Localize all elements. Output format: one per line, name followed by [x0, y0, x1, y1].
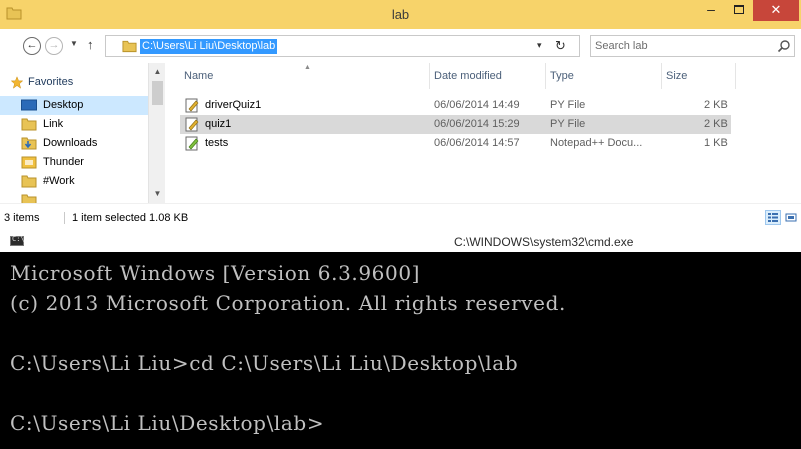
- large-icons-view-button[interactable]: [783, 210, 799, 225]
- search-icon[interactable]: [777, 39, 791, 53]
- console-output[interactable]: Microsoft Windows [Version 6.3.9600] (c)…: [10, 258, 795, 438]
- explorer-window: lab – ✕ ← → ▼ ↑ C:\Users\Li Liu\Desktop\…: [0, 0, 801, 230]
- column-header-name[interactable]: Name ▲: [180, 63, 430, 89]
- nav-item-thunder[interactable]: Thunder: [0, 153, 148, 172]
- nav-item-desktop[interactable]: Desktop: [0, 96, 148, 115]
- notepad-file-icon: [185, 136, 199, 151]
- nav-item-downloads[interactable]: Downloads: [0, 134, 148, 153]
- navigation-pane: Favorites Desktop Link Downloads Thunder…: [0, 63, 166, 203]
- nav-item-label: #Work: [43, 175, 75, 187]
- column-header-type[interactable]: Type: [546, 63, 662, 89]
- desktop-icon: [21, 99, 37, 111]
- column-header-size[interactable]: Size: [662, 63, 736, 89]
- nav-item-label: Thunder: [43, 156, 84, 168]
- file-name: driverQuiz1: [205, 99, 262, 111]
- py-file-icon: [185, 117, 199, 132]
- forward-button[interactable]: →: [45, 37, 63, 55]
- window-title: lab: [391, 7, 410, 22]
- title-bar[interactable]: lab – ✕: [0, 0, 801, 29]
- console-line: Microsoft Windows [Version 6.3.9600]: [10, 261, 421, 285]
- star-icon: [10, 76, 24, 89]
- cmd-icon: C:\: [10, 235, 25, 246]
- nav-favorites[interactable]: Favorites: [0, 73, 148, 92]
- file-date: 06/06/2014 14:49: [434, 99, 520, 111]
- thunder-icon: [21, 156, 37, 169]
- scroll-up-icon[interactable]: ▲: [149, 65, 166, 79]
- status-selection: 1 item selected 1.08 KB: [72, 212, 189, 224]
- column-header-label: Name: [184, 70, 214, 82]
- nav-item-work[interactable]: #Work: [0, 172, 148, 191]
- details-view-button[interactable]: [765, 210, 781, 225]
- file-type: PY File: [550, 99, 586, 111]
- nav-item-label: Downloads: [43, 137, 98, 149]
- maximize-icon: [734, 5, 744, 14]
- downloads-folder-icon: [21, 137, 37, 150]
- file-row-driverquiz1[interactable]: driverQuiz1 06/06/2014 14:49 PY File 2 K…: [180, 96, 731, 115]
- file-name: tests: [205, 137, 229, 149]
- search-box[interactable]: [590, 35, 795, 57]
- file-type: Notepad++ Docu...: [550, 137, 643, 149]
- file-size: 2 KB: [704, 99, 728, 111]
- sort-ascending-icon: ▲: [304, 64, 311, 71]
- up-button[interactable]: ↑: [87, 37, 94, 52]
- details-view-icon: [768, 213, 778, 222]
- scroll-down-icon[interactable]: ▼: [149, 187, 166, 201]
- status-bar: 3 items 1 item selected 1.08 KB: [0, 203, 801, 230]
- close-button[interactable]: ✕: [753, 0, 799, 21]
- file-date: 06/06/2014 15:29: [434, 118, 520, 130]
- column-header-date[interactable]: Date modified: [430, 63, 546, 89]
- address-row: ← → ▼ ↑ C:\Users\Li Liu\Desktop\lab ▾ ↻: [0, 29, 801, 63]
- nav-item-label: Link: [43, 118, 64, 130]
- file-size: 2 KB: [704, 118, 728, 130]
- large-icons-view-icon: [785, 213, 797, 222]
- status-divider: [64, 212, 65, 224]
- nav-item-link[interactable]: Link: [0, 115, 148, 134]
- scroll-thumb[interactable]: [152, 81, 163, 105]
- folder-icon: [21, 118, 37, 131]
- py-file-icon: [185, 98, 199, 113]
- file-size: 1 KB: [704, 137, 728, 149]
- file-type: PY File: [550, 118, 586, 130]
- status-item-count: 3 items: [4, 212, 40, 224]
- address-bar[interactable]: C:\Users\Li Liu\Desktop\lab ▾ ↻: [105, 35, 580, 57]
- cmd-title-bar[interactable]: C:\ C:\WINDOWS\system32\cmd.exe: [0, 230, 801, 252]
- file-name: quiz1: [205, 118, 232, 130]
- maximize-button[interactable]: [725, 0, 753, 21]
- nav-item-label: Favorites: [28, 76, 74, 88]
- minimize-button[interactable]: –: [697, 0, 725, 21]
- refresh-icon[interactable]: ↻: [555, 38, 566, 54]
- file-row-tests[interactable]: tests 06/06/2014 14:57 Notepad++ Docu...…: [180, 134, 731, 153]
- search-input[interactable]: [595, 38, 765, 54]
- address-path[interactable]: C:\Users\Li Liu\Desktop\lab: [140, 39, 278, 54]
- file-date: 06/06/2014 14:57: [434, 137, 520, 149]
- nav-item-label: Desktop: [43, 99, 84, 111]
- console-prompt[interactable]: C:\Users\Li Liu\Desktop\lab>: [10, 408, 795, 438]
- console-line: C:\Users\Li Liu>cd C:\Users\Li Liu\Deskt…: [10, 351, 519, 375]
- cmd-window-title: C:\WINDOWS\system32\cmd.exe: [454, 235, 634, 249]
- file-list: Name ▲ Date modified Type Size driverQui…: [166, 63, 801, 203]
- recent-locations-button[interactable]: ▼: [70, 39, 78, 48]
- folder-icon: [21, 175, 37, 188]
- folder-icon: [21, 194, 37, 203]
- nav-scrollbar[interactable]: ▲ ▼: [148, 63, 165, 203]
- console-line: (c) 2013 Microsoft Corporation. All righ…: [10, 291, 566, 315]
- file-row-quiz1[interactable]: quiz1 06/06/2014 15:29 PY File 2 KB: [180, 115, 731, 134]
- cmd-window: C:\ C:\WINDOWS\system32\cmd.exe Microsof…: [0, 230, 801, 449]
- nav-item-partial[interactable]: [0, 191, 148, 203]
- cmd-icon-text: C:\: [12, 235, 25, 243]
- folder-icon: [122, 40, 137, 53]
- back-button[interactable]: ←: [23, 37, 41, 55]
- address-dropdown-icon[interactable]: ▾: [537, 40, 542, 51]
